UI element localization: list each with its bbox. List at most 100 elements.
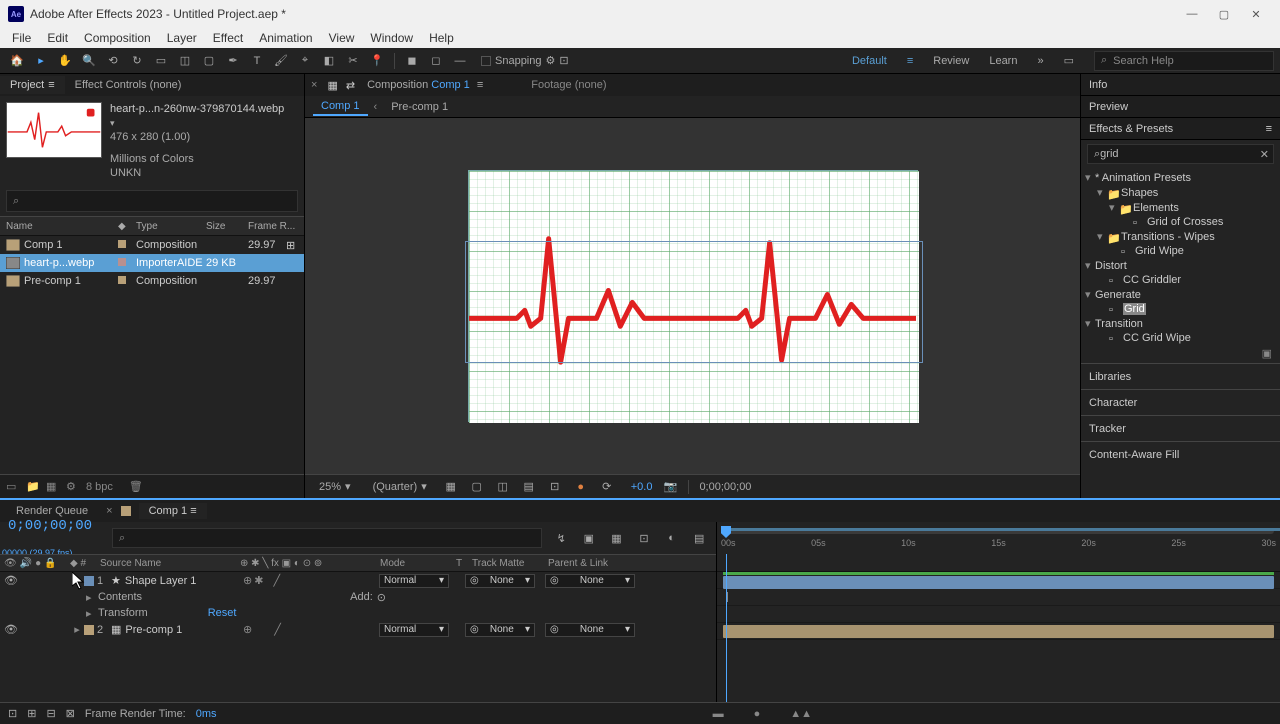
effect-controls-tab[interactable]: Effect Controls (none) xyxy=(65,76,192,94)
toggle-switches-icon[interactable]: ⊡ xyxy=(8,707,17,720)
parent-link-dropdown[interactable]: ◎None▾ xyxy=(545,623,635,637)
zoom-tool[interactable]: 🔍 xyxy=(78,50,100,72)
tree-elements[interactable]: ▾📁Elements xyxy=(1085,200,1276,215)
breadcrumb-comp1[interactable]: Comp 1 xyxy=(313,98,368,116)
exposure-reset-icon[interactable]: ⟳ xyxy=(599,480,615,493)
layer-bar-shape[interactable] xyxy=(723,576,1274,589)
draft3d-icon[interactable]: ▣ xyxy=(580,532,598,545)
stroke-width[interactable]: — xyxy=(449,50,471,72)
hand-tool[interactable]: ✋ xyxy=(54,50,76,72)
blend-mode-dropdown[interactable]: Normal▾ xyxy=(379,623,449,637)
tracker-panel-header[interactable]: Tracker xyxy=(1081,415,1280,441)
puppet-tool[interactable]: 📍 xyxy=(366,50,388,72)
viewer-timecode[interactable]: 0;00;00;00 xyxy=(699,481,751,493)
cti-line[interactable] xyxy=(726,554,727,702)
workspace-overflow-icon[interactable]: » xyxy=(1037,55,1043,67)
timeline-zoom-slider[interactable]: ▬●▲▲ xyxy=(713,708,812,720)
project-settings-icon[interactable]: ⚙ xyxy=(66,480,80,493)
shy-icon[interactable]: ▦ xyxy=(608,532,626,545)
snapshot-icon[interactable]: 📷 xyxy=(662,480,678,493)
col-label[interactable]: ◆ xyxy=(118,221,136,232)
libraries-panel-header[interactable]: Libraries xyxy=(1081,363,1280,389)
tree-transition[interactable]: ▾Transition xyxy=(1085,316,1276,331)
tree-animation-presets[interactable]: ▾* Animation Presets xyxy=(1085,170,1276,185)
menu-layer[interactable]: Layer xyxy=(159,31,205,45)
col-name[interactable]: Name xyxy=(0,221,118,232)
close-button[interactable]: ✕ xyxy=(1240,3,1272,25)
eye-col-icon[interactable]: 👁 xyxy=(4,558,17,569)
tree-generate[interactable]: ▾Generate xyxy=(1085,287,1276,302)
interpret-footage-icon[interactable]: ▭ xyxy=(6,480,20,493)
col-t[interactable]: T xyxy=(456,558,472,569)
project-search-input[interactable]: ⌕ xyxy=(6,190,298,212)
effects-search-input[interactable]: ⌕ grid ✕ xyxy=(1087,144,1274,164)
toggle-transparency-icon[interactable]: ▦ xyxy=(443,480,459,493)
menu-view[interactable]: View xyxy=(321,31,363,45)
tree-grid-effect[interactable]: ▫Grid xyxy=(1085,302,1276,316)
footage-tab[interactable]: Footage (none) xyxy=(531,79,606,91)
toggle-mask-icon[interactable]: ▢ xyxy=(469,480,485,493)
timeline-timecode[interactable]: 0;00;00;00 xyxy=(8,518,92,534)
panel-menu-icon[interactable]: ≡ xyxy=(1266,123,1272,135)
minimize-button[interactable]: — xyxy=(1176,3,1208,25)
workspace-learn[interactable]: Learn xyxy=(989,55,1017,67)
effects-presets-header[interactable]: Effects & Presets≡ xyxy=(1081,118,1280,140)
menu-animation[interactable]: Animation xyxy=(251,31,320,45)
track-matte-dropdown[interactable]: ◎None▾ xyxy=(465,623,535,637)
tree-cc-griddler[interactable]: ▫CC Griddler xyxy=(1085,273,1276,287)
toggle-in-out-icon[interactable]: ⊟ xyxy=(46,707,55,720)
layer-transform-group[interactable]: ▸Transform Reset xyxy=(0,605,716,621)
home-tool[interactable]: 🏠 xyxy=(6,50,28,72)
pan-behind-tool[interactable]: ◫ xyxy=(174,50,196,72)
col-size[interactable]: Size xyxy=(206,221,248,232)
menu-edit[interactable]: Edit xyxy=(39,31,76,45)
eraser-tool[interactable]: ◧ xyxy=(318,50,340,72)
tree-cc-grid-wipe[interactable]: ▫CC Grid Wipe xyxy=(1085,331,1276,345)
clear-search-icon[interactable]: ✕ xyxy=(1260,148,1269,161)
camera-tool[interactable]: ▭ xyxy=(150,50,172,72)
track-matte-dropdown[interactable]: ◎None▾ xyxy=(465,574,535,588)
layer-twisty-icon[interactable]: ▾ xyxy=(70,574,84,587)
new-folder-icon[interactable]: 📁 xyxy=(26,480,40,493)
close-tab-icon[interactable]: × xyxy=(106,505,112,517)
col-type[interactable]: Type xyxy=(136,221,206,232)
bpc-toggle[interactable]: 8 bpc xyxy=(86,481,113,493)
type-tool[interactable]: T xyxy=(246,50,268,72)
breadcrumb-precomp[interactable]: Pre-comp 1 xyxy=(383,99,456,115)
layer-color-swatch[interactable] xyxy=(84,625,94,635)
render-queue-tab[interactable]: Render Queue xyxy=(6,503,98,519)
layer-contents-group[interactable]: ▸Contents Add:⊙ xyxy=(0,589,716,605)
track-row-layer2[interactable] xyxy=(717,623,1280,640)
composition-tab[interactable]: Composition Comp 1 ≡ xyxy=(359,76,491,94)
workspace-chevron-icon[interactable]: ≡ xyxy=(907,55,913,67)
tree-grid-wipe-preset[interactable]: ▫Grid Wipe xyxy=(1085,244,1276,258)
comp-mini-flowchart-icon[interactable]: ↯ xyxy=(552,532,570,545)
comp-flow-icon[interactable]: ⇄ xyxy=(342,79,359,92)
workspace-switcher-icon[interactable]: ▭ xyxy=(1064,54,1074,67)
timeline-comp-tab[interactable]: Comp 1 ≡ xyxy=(139,503,207,519)
col-source-name[interactable]: Source Name xyxy=(100,558,240,569)
label-col-icon[interactable]: ◆ xyxy=(70,558,78,569)
exposure-value[interactable]: +0.0 xyxy=(631,481,653,493)
snapping-toggle[interactable]: Snapping ⚙ ⊡ xyxy=(481,54,569,67)
search-help-input[interactable]: ⌕ Search Help xyxy=(1094,51,1274,71)
visibility-toggle[interactable]: 👁 xyxy=(4,623,18,636)
panel-menu-icon[interactable]: ≡ xyxy=(477,79,483,91)
delete-icon[interactable]: 🗑 xyxy=(129,480,143,493)
menu-composition[interactable]: Composition xyxy=(76,31,159,45)
track-row-layer1[interactable] xyxy=(717,572,1280,589)
menu-file[interactable]: File xyxy=(4,31,39,45)
project-item-precomp[interactable]: Pre-comp 1 Composition 29.97 xyxy=(0,272,304,290)
col-switches[interactable]: ⊕ ✱ ╲ fx ▣ ◐ ⊙ ⊚ xyxy=(240,558,380,569)
blend-mode-dropdown[interactable]: Normal▾ xyxy=(379,574,449,588)
rectangle-tool[interactable]: ▢ xyxy=(198,50,220,72)
tree-distort[interactable]: ▾Distort xyxy=(1085,258,1276,273)
project-tab[interactable]: Project≡ xyxy=(0,76,65,94)
snapping-magnet-icon[interactable]: ⊡ xyxy=(559,54,568,67)
track-row-contents[interactable] xyxy=(717,589,1280,606)
preview-panel-header[interactable]: Preview xyxy=(1081,96,1280,118)
toggle-modes-icon[interactable]: ⊞ xyxy=(27,707,36,720)
motion-blur-icon[interactable]: ◐ xyxy=(663,532,681,544)
layer-color-swatch[interactable] xyxy=(84,576,94,586)
toggle-render-time-icon[interactable]: ⊠ xyxy=(66,707,75,720)
